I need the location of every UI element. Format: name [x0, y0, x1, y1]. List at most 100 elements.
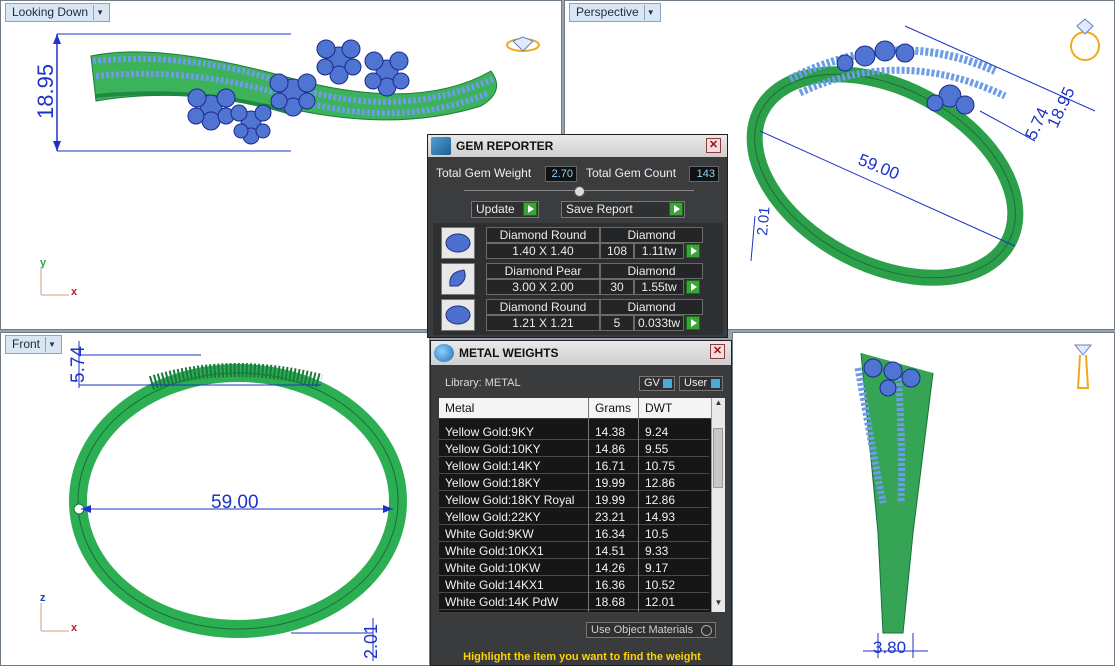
chevron-down-icon[interactable]: ▼ [93, 5, 106, 20]
scroll-thumb[interactable] [713, 428, 723, 488]
metal-table-scrollbar[interactable]: ▲ ▼ [711, 398, 725, 612]
column-header-dwt[interactable]: DWT [645, 401, 672, 415]
gem-select-arrow-icon[interactable] [686, 244, 700, 258]
metal-dwt: 14.93 [645, 510, 676, 524]
gv-toggle[interactable]: GV [639, 376, 675, 391]
diamond-round-icon [441, 299, 475, 331]
gem-name: Diamond Pear [486, 263, 600, 279]
viewport-tab-perspective[interactable]: Perspective ▼ [569, 3, 661, 22]
metal-dwt: 12.86 [645, 493, 676, 507]
gem-reporter-title: GEM REPORTER [456, 139, 554, 153]
list-item[interactable]: Diamond Round Diamond 1.40 X 1.40 108 1.… [441, 227, 703, 259]
viewport-label: Looking Down [12, 5, 89, 19]
gem-weight: 1.55tw [634, 279, 684, 295]
chevron-down-icon[interactable]: ▼ [45, 337, 58, 352]
gem-name: Diamond Round [486, 299, 600, 315]
gem-name: Diamond Round [486, 227, 600, 243]
metal-weights-titlebar[interactable]: METAL WEIGHTS ✕ [431, 341, 731, 365]
user-toggle[interactable]: User [679, 376, 723, 391]
save-report-arrow-icon[interactable] [669, 202, 683, 216]
gem-select-arrow-icon[interactable] [686, 316, 700, 330]
close-icon[interactable]: ✕ [706, 138, 721, 153]
chevron-down-icon[interactable]: ▼ [643, 5, 657, 20]
gem-type: Diamond [600, 299, 703, 315]
list-item[interactable]: Diamond Pear Diamond 3.00 X 2.00 30 1.55… [441, 263, 703, 295]
metal-name: White Gold:10KW [445, 561, 541, 575]
metal-name: Yellow Gold:18KY Royal [445, 493, 575, 507]
table-row[interactable]: White Gold:14KX1 16.36 10.52 [439, 576, 709, 593]
gem-select-arrow-icon[interactable] [686, 280, 700, 294]
table-row[interactable]: White Gold:10KW 14.26 9.17 [439, 559, 709, 576]
metal-grams: 23.21 [595, 510, 626, 524]
column-header-grams[interactable]: Grams [595, 401, 631, 415]
axis-x-label: x [71, 286, 78, 298]
table-row[interactable]: Yellow Gold:10KY 14.86 9.55 [439, 440, 709, 457]
scroll-up-icon[interactable]: ▲ [712, 398, 725, 412]
save-report-button[interactable]: Save Report [561, 201, 685, 218]
metal-dwt: 9.55 [645, 442, 669, 456]
update-arrow-icon[interactable] [523, 202, 537, 216]
use-object-materials-toggle[interactable]: Use Object Materials [586, 622, 716, 638]
gem-weight: 0.033tw [634, 315, 684, 331]
axis-z-label: z [40, 592, 46, 604]
viewport-tab-front[interactable]: Front ▼ [5, 335, 63, 354]
gem-list: Diamond Round Diamond 1.40 X 1.40 108 1.… [433, 223, 723, 335]
metal-name: Yellow Gold:22KY [445, 510, 541, 524]
gem-count: 5 [600, 315, 634, 331]
library-label: Library: METAL [445, 377, 521, 389]
save-report-button-label: Save Report [566, 202, 633, 216]
gem-reporter-titlebar[interactable]: GEM REPORTER ✕ [428, 135, 727, 157]
metal-dwt: 9.33 [645, 544, 669, 558]
hint-text: Highlight the item you want to find the … [463, 651, 701, 663]
gem-type: Diamond [600, 263, 703, 279]
metal-name: Yellow Gold:18KY [445, 476, 541, 490]
table-row[interactable]: Yellow Gold:9KY 14.38 9.24 [439, 423, 709, 440]
close-icon[interactable]: ✕ [710, 344, 725, 359]
metal-grams: 14.26 [595, 561, 626, 575]
diamond-pear-icon [441, 263, 475, 295]
metal-weights-logo-icon [434, 344, 454, 362]
toggle-icon [701, 625, 712, 636]
dimension-label: 18.95 [33, 64, 58, 119]
column-header-metal[interactable]: Metal [445, 401, 474, 415]
table-row[interactable]: Yellow Gold:22KY 23.21 14.93 [439, 508, 709, 525]
scroll-down-icon[interactable]: ▼ [712, 598, 725, 612]
metal-grams: 14.86 [595, 442, 626, 456]
metal-dwt: 9.17 [645, 561, 669, 575]
dimension-label: 18.95 [1043, 84, 1078, 131]
gem-type: Diamond [600, 227, 703, 243]
side-view-scene: 3.80 [854, 344, 1093, 658]
gem-count: 108 [600, 243, 634, 259]
metal-dwt: 10.75 [645, 459, 676, 473]
use-object-materials-label: Use Object Materials [591, 624, 694, 636]
column-divider [638, 398, 639, 612]
user-label: User [684, 377, 708, 389]
metal-grams: 14.38 [595, 425, 626, 439]
table-row[interactable]: White Gold:14K PdW 18.68 12.01 [439, 593, 709, 610]
gem-size: 1.40 X 1.40 [486, 243, 600, 259]
viewport-front[interactable]: Front ▼ 59.00 5.74 2.01 z x [0, 332, 430, 666]
viewport-label: Perspective [576, 5, 639, 19]
viewport-tab-looking-down[interactable]: Looking Down ▼ [5, 3, 111, 22]
table-row[interactable]: Yellow Gold:14KY 16.71 10.75 [439, 457, 709, 474]
metal-grams: 16.34 [595, 527, 626, 541]
metal-grams: 14.51 [595, 544, 626, 558]
panel-slider[interactable] [464, 186, 694, 197]
gem-reporter-logo-icon [431, 137, 451, 155]
dimension-label: 2.01 [361, 624, 381, 659]
table-row[interactable]: Yellow Gold:18KY 19.99 12.86 [439, 474, 709, 491]
metal-table: Yellow Gold:9KY 14.38 9.24 Yellow Gold:10K… [439, 419, 715, 612]
gem-reporter-panel: GEM REPORTER ✕ Total Gem Weight 2.70 Tot… [427, 134, 728, 338]
axis-y-label: y [40, 257, 47, 269]
metal-grams: 18.68 [595, 595, 626, 609]
table-row[interactable]: White Gold:10KX1 14.51 9.33 [439, 542, 709, 559]
table-row[interactable]: Yellow Gold:18KY Royal 19.99 12.86 [439, 491, 709, 508]
slider-handle[interactable] [574, 186, 585, 197]
table-row[interactable]: White Gold:9KW 16.34 10.5 [439, 525, 709, 542]
metal-name: Yellow Gold:10KY [445, 442, 541, 456]
dimension-label: 5.74 [68, 346, 89, 383]
list-item[interactable]: Diamond Round Diamond 1.21 X 1.21 5 0.03… [441, 299, 703, 331]
viewport-right[interactable]: 3.80 [732, 332, 1115, 666]
metal-weights-panel: METAL WEIGHTS ✕ Library: METAL GV User M… [430, 340, 732, 666]
update-button-label: Update [476, 202, 515, 216]
